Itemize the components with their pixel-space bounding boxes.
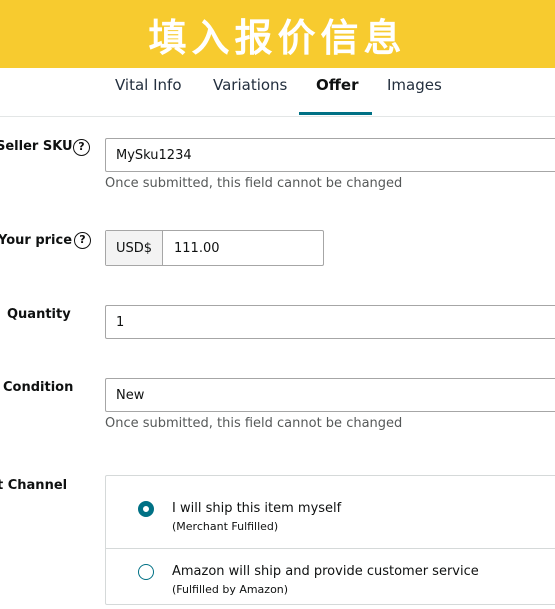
tab-variations[interactable]: Variations [213,76,287,94]
fba-sublabel: (Fulfilled by Amazon) [172,583,289,596]
options-divider [106,548,555,549]
condition-select[interactable]: New [105,378,555,412]
fba-radio[interactable] [138,564,154,580]
tab-vital-info[interactable]: Vital Info [115,76,182,94]
merchant-fulfilled-radio[interactable] [138,501,154,517]
quantity-label: Quantity [7,307,71,322]
your-price-help-icon[interactable]: ? [74,232,91,249]
tab-bar: Vital Info Variations Offer Images [0,68,555,116]
fba-label[interactable]: Amazon will ship and provide customer se… [172,564,479,579]
your-price-input[interactable]: 111.00 [163,231,323,265]
quantity-input[interactable]: 1 [105,305,555,339]
seller-sku-help-icon[interactable]: ? [73,139,90,156]
fulfillment-channel-options: I will ship this item myself (Merchant F… [105,475,555,605]
merchant-fulfilled-sublabel: (Merchant Fulfilled) [172,520,279,533]
tabs-divider [0,116,555,117]
your-price-label: Your price [0,233,73,248]
active-tab-indicator [299,112,372,115]
condition-label: Condition [3,380,74,395]
tab-images[interactable]: Images [387,76,442,94]
seller-sku-label: Seller SKU [0,139,73,154]
merchant-fulfilled-label[interactable]: I will ship this item myself [172,501,341,516]
fulfillment-channel-label: t Channel [0,478,68,493]
currency-prefix: USD$ [106,231,163,265]
tab-offer[interactable]: Offer [316,76,358,94]
instruction-banner: 填入报价信息 [0,0,555,68]
your-price-field: USD$ 111.00 [105,230,324,266]
seller-sku-hint: Once submitted, this field cannot be cha… [105,176,403,191]
seller-sku-input[interactable]: MySku1234 [105,138,555,172]
banner-title: 填入报价信息 [148,15,407,60]
condition-hint: Once submitted, this field cannot be cha… [105,416,403,431]
